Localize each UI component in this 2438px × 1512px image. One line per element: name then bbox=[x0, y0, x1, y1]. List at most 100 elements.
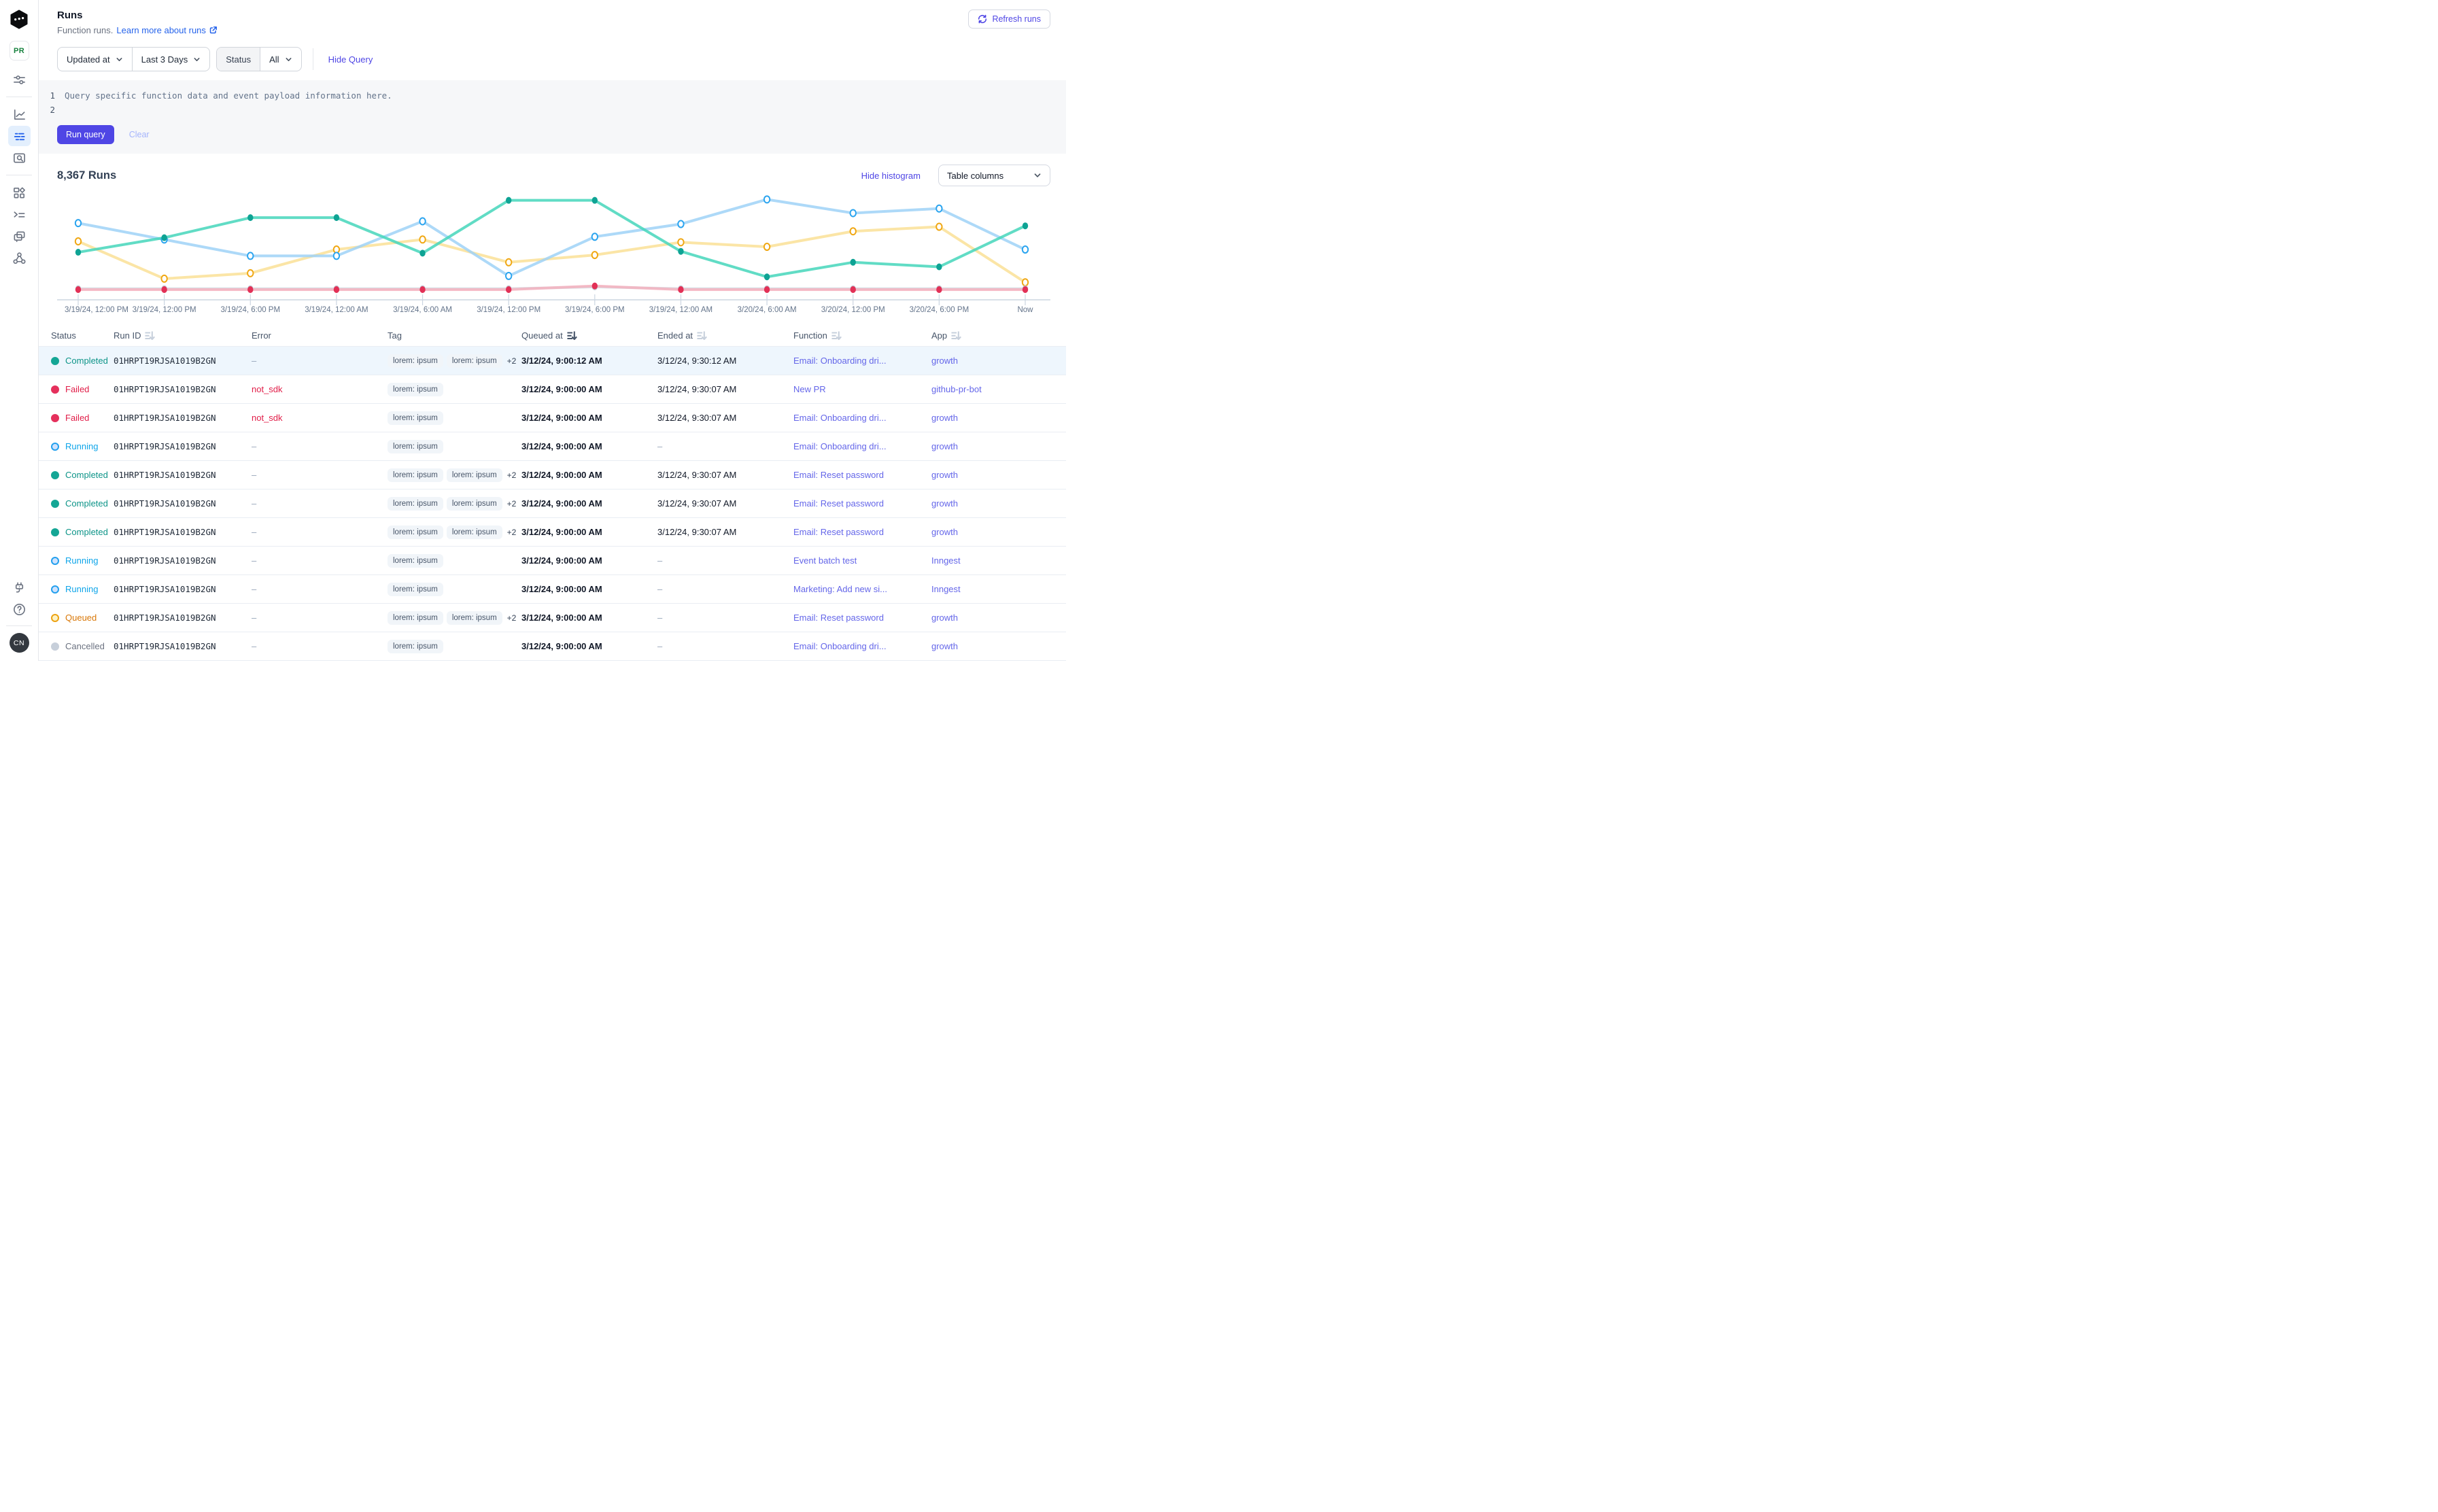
data-point-completed[interactable] bbox=[247, 214, 253, 221]
sort-field-dropdown[interactable]: Updated at bbox=[58, 48, 132, 71]
table-row[interactable]: Failed 01HRPT19RJSA1019B2GN not_sdk lore… bbox=[39, 404, 1066, 432]
query-editor[interactable]: 1 Query specific function data and event… bbox=[39, 80, 1066, 154]
user-avatar[interactable]: CN bbox=[10, 633, 29, 653]
functions-icon[interactable] bbox=[8, 204, 31, 224]
data-point-queued[interactable] bbox=[75, 238, 81, 245]
table-row[interactable]: Failed 01HRPT19RJSA1019B2GN not_sdk lore… bbox=[39, 375, 1066, 404]
function-link[interactable]: Email: Onboarding dri... bbox=[793, 441, 887, 451]
column-header-queued-at[interactable]: Queued at bbox=[521, 330, 657, 341]
app-link[interactable]: github-pr-bot bbox=[931, 384, 982, 394]
data-point-running[interactable] bbox=[678, 221, 683, 228]
data-point-failed[interactable] bbox=[851, 286, 856, 293]
data-point-running[interactable] bbox=[334, 252, 339, 259]
data-point-queued[interactable] bbox=[678, 239, 683, 245]
function-link[interactable]: Event batch test bbox=[793, 555, 857, 566]
function-link[interactable]: Marketing: Add new si... bbox=[793, 584, 887, 594]
data-point-queued[interactable] bbox=[419, 236, 425, 243]
data-point-queued[interactable] bbox=[764, 243, 770, 250]
data-point-failed[interactable] bbox=[334, 286, 339, 293]
inngest-logo-icon[interactable] bbox=[9, 10, 29, 30]
data-point-completed[interactable] bbox=[678, 248, 683, 255]
apps-icon[interactable] bbox=[8, 182, 31, 203]
table-row[interactable]: Completed 01HRPT19RJSA1019B2GN – lorem: … bbox=[39, 461, 1066, 489]
table-row[interactable]: Completed 01HRPT19RJSA1019B2GN – lorem: … bbox=[39, 347, 1066, 375]
data-point-failed[interactable] bbox=[161, 286, 167, 293]
help-icon[interactable] bbox=[8, 599, 31, 619]
function-link[interactable]: Email: Onboarding dri... bbox=[793, 641, 887, 651]
hide-query-link[interactable]: Hide Query bbox=[328, 54, 373, 65]
column-header-app[interactable]: App bbox=[931, 330, 1059, 341]
app-link[interactable]: Inngest bbox=[931, 584, 961, 594]
function-link[interactable]: Email: Reset password bbox=[793, 498, 884, 509]
data-point-running[interactable] bbox=[75, 220, 81, 226]
runs-list-icon[interactable] bbox=[8, 126, 31, 146]
data-point-failed[interactable] bbox=[764, 286, 770, 293]
function-link[interactable]: Email: Reset password bbox=[793, 527, 884, 537]
app-link[interactable]: Inngest bbox=[931, 555, 961, 566]
data-point-completed[interactable] bbox=[764, 273, 770, 280]
app-link[interactable]: growth bbox=[931, 498, 958, 509]
data-point-queued[interactable] bbox=[506, 259, 511, 266]
function-link[interactable]: Email: Onboarding dri... bbox=[793, 356, 887, 366]
webhooks-icon[interactable] bbox=[8, 247, 31, 268]
data-point-queued[interactable] bbox=[592, 252, 598, 258]
data-point-queued[interactable] bbox=[161, 275, 167, 282]
data-point-failed[interactable] bbox=[936, 286, 942, 293]
sort-icon[interactable] bbox=[697, 331, 707, 341]
app-link[interactable]: growth bbox=[931, 413, 958, 423]
app-link[interactable]: growth bbox=[931, 470, 958, 480]
table-row[interactable]: Queued 01HRPT19RJSA1019B2GN – lorem: ips… bbox=[39, 604, 1066, 632]
time-range-dropdown[interactable]: Last 3 Days bbox=[132, 48, 210, 71]
table-row[interactable]: Completed 01HRPT19RJSA1019B2GN – lorem: … bbox=[39, 489, 1066, 518]
column-header-function[interactable]: Function bbox=[793, 330, 931, 341]
sort-icon[interactable] bbox=[567, 331, 577, 341]
data-point-failed[interactable] bbox=[592, 283, 598, 290]
table-row[interactable]: Cancelled 01HRPT19RJSA1019B2GN – lorem: … bbox=[39, 632, 1066, 661]
metrics-icon[interactable] bbox=[8, 104, 31, 124]
function-link[interactable]: New PR bbox=[793, 384, 826, 394]
app-link[interactable]: growth bbox=[931, 641, 958, 651]
data-point-running[interactable] bbox=[764, 196, 770, 203]
app-link[interactable]: growth bbox=[931, 356, 958, 366]
sort-icon[interactable] bbox=[951, 331, 961, 341]
data-point-completed[interactable] bbox=[419, 250, 425, 256]
column-header-ended-at[interactable]: Ended at bbox=[657, 330, 793, 341]
data-point-completed[interactable] bbox=[1023, 222, 1028, 229]
data-point-running[interactable] bbox=[506, 273, 511, 279]
data-point-failed[interactable] bbox=[678, 286, 683, 293]
app-link[interactable]: growth bbox=[931, 613, 958, 623]
data-point-running[interactable] bbox=[592, 233, 598, 240]
data-point-failed[interactable] bbox=[247, 286, 253, 293]
data-point-completed[interactable] bbox=[936, 264, 942, 271]
sort-icon[interactable] bbox=[145, 331, 155, 341]
run-query-button[interactable]: Run query bbox=[57, 125, 114, 144]
clear-query-button[interactable]: Clear bbox=[129, 130, 150, 139]
data-point-failed[interactable] bbox=[1023, 286, 1028, 293]
filter-sliders-icon[interactable] bbox=[8, 69, 31, 90]
table-columns-dropdown[interactable]: Table columns bbox=[938, 165, 1050, 186]
function-link[interactable]: Email: Reset password bbox=[793, 613, 884, 623]
function-link[interactable]: Email: Reset password bbox=[793, 470, 884, 480]
app-link[interactable]: growth bbox=[931, 527, 958, 537]
column-header-run-id[interactable]: Run ID bbox=[114, 330, 252, 341]
data-point-running[interactable] bbox=[1023, 246, 1028, 253]
environments-icon[interactable] bbox=[8, 226, 31, 246]
data-point-failed[interactable] bbox=[419, 286, 425, 293]
table-row[interactable]: Running 01HRPT19RJSA1019B2GN – lorem: ip… bbox=[39, 575, 1066, 604]
status-filter-dropdown[interactable]: All bbox=[260, 48, 301, 71]
hide-histogram-link[interactable]: Hide histogram bbox=[861, 171, 921, 181]
data-point-queued[interactable] bbox=[1023, 279, 1028, 286]
refresh-runs-button[interactable]: Refresh runs bbox=[968, 10, 1050, 29]
data-point-running[interactable] bbox=[851, 209, 856, 216]
app-link[interactable]: growth bbox=[931, 441, 958, 451]
table-row[interactable]: Running 01HRPT19RJSA1019B2GN – lorem: ip… bbox=[39, 547, 1066, 575]
workspace-badge[interactable]: PR bbox=[10, 41, 29, 61]
data-point-running[interactable] bbox=[936, 205, 942, 212]
data-point-completed[interactable] bbox=[851, 259, 856, 266]
data-point-completed[interactable] bbox=[334, 214, 339, 221]
sort-icon[interactable] bbox=[831, 331, 842, 341]
data-point-completed[interactable] bbox=[592, 197, 598, 204]
table-row[interactable]: Completed 01HRPT19RJSA1019B2GN – lorem: … bbox=[39, 518, 1066, 547]
learn-more-link[interactable]: Learn more about runs bbox=[116, 25, 218, 35]
table-row[interactable]: Running 01HRPT19RJSA1019B2GN – lorem: ip… bbox=[39, 432, 1066, 461]
